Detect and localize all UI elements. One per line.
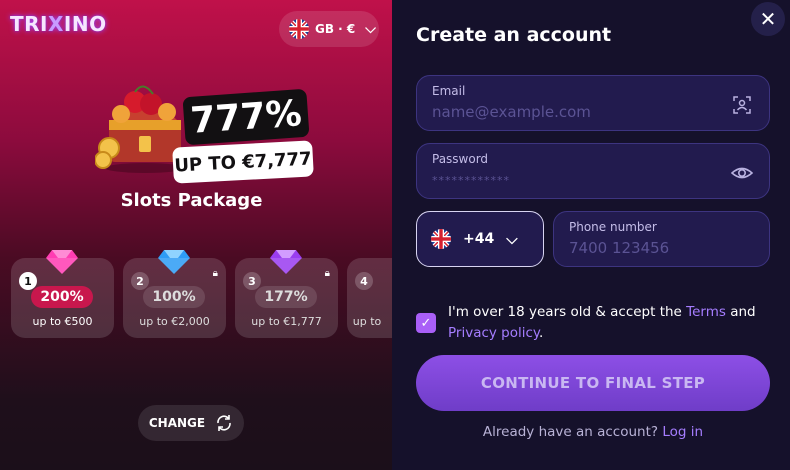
email-placeholder: name@example.com <box>432 103 591 121</box>
lock-icon: 🔒︎ <box>212 268 218 279</box>
consent-text: I'm over 18 years old & accept the Terms… <box>448 304 756 341</box>
login-link[interactable]: Log in <box>662 424 703 440</box>
phone-placeholder: 7400 123456 <box>569 239 670 257</box>
bonus-limit: up to €500 <box>32 315 93 328</box>
check-icon: ✓ <box>420 315 432 331</box>
change-label: CHANGE <box>148 416 206 430</box>
eye-icon[interactable] <box>731 162 753 184</box>
country-code-value: +44 <box>463 231 495 247</box>
password-label: Password <box>432 152 489 166</box>
close-button[interactable]: ✕ <box>751 2 785 36</box>
promo-panel: TRIXINO GB · € ⌵ 777% UP TO €7,777 Slots… <box>0 0 392 470</box>
form-title: Create an account <box>416 24 612 46</box>
country-code-select[interactable]: +44 ⌵ <box>416 211 544 267</box>
uk-flag-icon <box>289 19 309 39</box>
email-label: Email <box>432 84 466 98</box>
bonus-limit: up to €1,777 <box>251 315 322 328</box>
bonus-limit: up to €2,000 <box>139 315 210 328</box>
change-package-button[interactable]: CHANGE <box>138 405 244 441</box>
email-field[interactable]: Email name@example.com <box>416 75 770 131</box>
chevron-down-icon: ⌵ <box>506 230 518 248</box>
id-scan-icon <box>733 96 751 114</box>
bonus-upto-badge: UP TO €7,777 <box>172 140 314 184</box>
bonus-card-2[interactable]: 2 🔒︎ 100% up to €2,000 <box>123 258 226 338</box>
package-title: Slots Package <box>120 190 263 211</box>
bonus-percent-badge: 777% <box>182 88 310 146</box>
chevron-down-icon: ⌵ <box>365 21 376 37</box>
continue-button[interactable]: CONTINUE TO FINAL STEP <box>416 355 770 411</box>
bonus-card-3[interactable]: 3 🔒︎ 177% up to €1,777 <box>235 258 338 338</box>
bonus-percent: 200% <box>31 286 93 308</box>
lock-icon: 🔒︎ <box>324 268 330 279</box>
locale-label: GB · € <box>315 22 356 36</box>
uk-flag-icon <box>431 229 451 249</box>
age-terms-checkbox[interactable]: ✓ <box>416 313 436 333</box>
login-prompt: Already have an account? Log in <box>482 424 704 440</box>
step-number: 4 <box>355 272 373 290</box>
privacy-policy-link[interactable]: Privacy policy <box>448 325 539 341</box>
password-placeholder: ************ <box>432 174 510 187</box>
terms-link[interactable]: Terms <box>686 304 726 320</box>
phone-label: Phone number <box>569 220 657 234</box>
bonus-limit: up to <box>352 315 382 328</box>
password-field[interactable]: Password ************ <box>416 143 770 199</box>
bonus-card-4[interactable]: 4 up to <box>347 258 392 338</box>
phone-number-field[interactable]: Phone number 7400 123456 <box>553 211 770 267</box>
refresh-icon <box>217 415 231 431</box>
bonus-card-1[interactable]: 1 200% up to €500 <box>11 258 114 338</box>
brand-logo[interactable]: TRIXINO <box>10 12 107 36</box>
locale-selector[interactable]: GB · € ⌵ <box>279 11 379 47</box>
bonus-percent: 177% <box>255 286 317 308</box>
bonus-percent: 100% <box>143 286 205 308</box>
